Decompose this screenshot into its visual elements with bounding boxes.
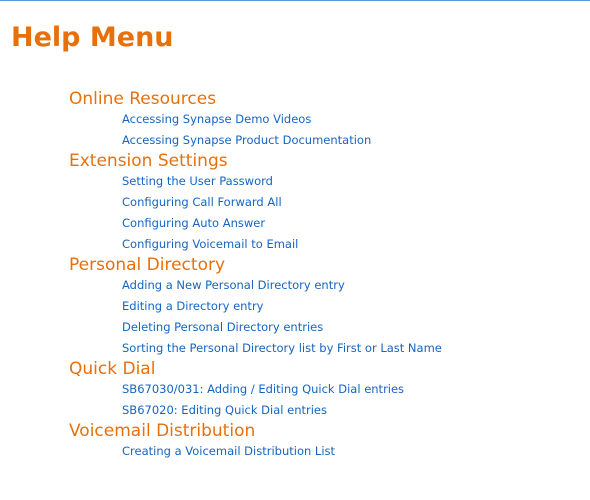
- section-heading: Extension Settings: [69, 151, 228, 171]
- help-link[interactable]: SB67030/031: Adding / Editing Quick Dial…: [122, 379, 584, 400]
- section-link-list: Accessing Synapse Demo Videos Accessing …: [69, 109, 584, 151]
- section-link-list: Creating a Voicemail Distribution List: [69, 441, 584, 462]
- help-link[interactable]: SB67020: Editing Quick Dial entries: [122, 400, 584, 421]
- help-link[interactable]: Accessing Synapse Demo Videos: [122, 109, 584, 130]
- help-link[interactable]: Configuring Call Forward All: [122, 192, 584, 213]
- section-personal-directory: Personal Directory Adding a New Personal…: [69, 255, 584, 359]
- section-link-list: Setting the User Password Configuring Ca…: [69, 171, 584, 255]
- help-link[interactable]: Sorting the Personal Directory list by F…: [122, 338, 584, 359]
- section-quick-dial: Quick Dial SB67030/031: Adding / Editing…: [69, 359, 584, 421]
- help-link[interactable]: Configuring Voicemail to Email: [122, 234, 584, 255]
- page-title: Help Menu: [11, 22, 174, 53]
- section-heading: Voicemail Distribution: [69, 421, 256, 441]
- section-heading: Online Resources: [69, 89, 217, 109]
- section-extension-settings: Extension Settings Setting the User Pass…: [69, 151, 584, 255]
- section-voicemail-distribution: Voicemail Distribution Creating a Voicem…: [69, 421, 584, 462]
- help-sections: Online Resources Accessing Synapse Demo …: [69, 89, 584, 462]
- help-link[interactable]: Accessing Synapse Product Documentation: [122, 130, 584, 151]
- section-link-list: SB67030/031: Adding / Editing Quick Dial…: [69, 379, 584, 421]
- section-link-list: Adding a New Personal Directory entry Ed…: [69, 275, 584, 359]
- help-link[interactable]: Adding a New Personal Directory entry: [122, 275, 584, 296]
- help-link[interactable]: Configuring Auto Answer: [122, 213, 584, 234]
- help-link[interactable]: Editing a Directory entry: [122, 296, 584, 317]
- help-page: Help Menu Online Resources Accessing Syn…: [0, 0, 590, 500]
- section-heading: Quick Dial: [69, 359, 156, 379]
- section-online-resources: Online Resources Accessing Synapse Demo …: [69, 89, 584, 151]
- help-link[interactable]: Deleting Personal Directory entries: [122, 317, 584, 338]
- help-link[interactable]: Creating a Voicemail Distribution List: [122, 441, 584, 462]
- help-link[interactable]: Setting the User Password: [122, 171, 584, 192]
- section-heading: Personal Directory: [69, 255, 226, 275]
